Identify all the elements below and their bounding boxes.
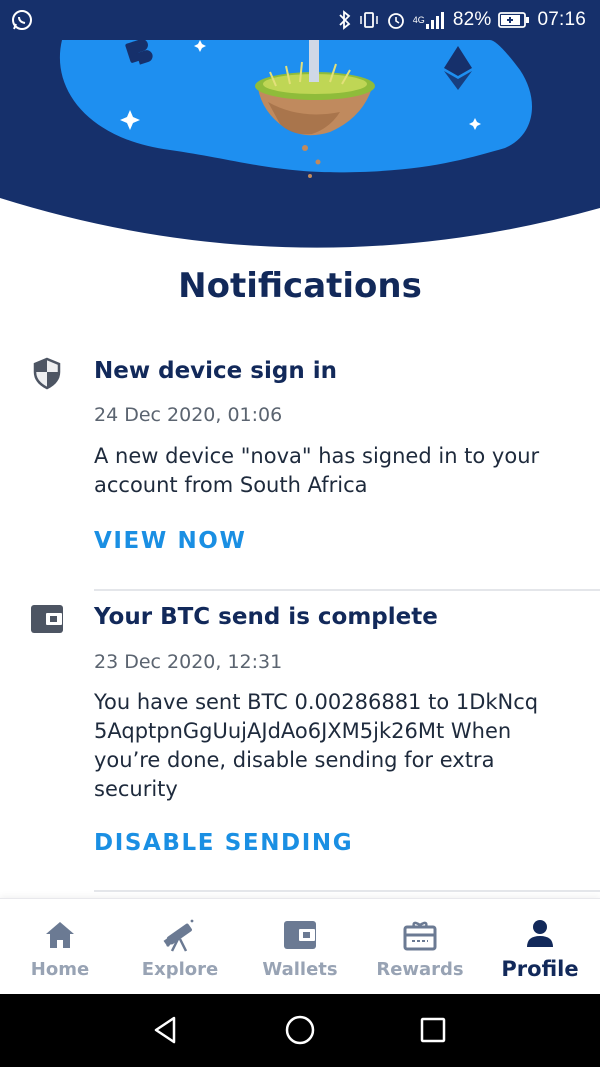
clock: 07:16 (537, 9, 586, 30)
wallet-icon (30, 602, 64, 636)
nav-explore[interactable]: Explore (120, 899, 240, 995)
notification-body: You have sent BTC 0.00286881 to 1DkNcq 5… (94, 690, 539, 801)
shield-icon (30, 356, 64, 390)
divider (94, 589, 600, 591)
nav-home[interactable]: Home (0, 899, 120, 995)
nav-rewards[interactable]: Rewards (360, 899, 480, 995)
vibrate-icon (359, 10, 379, 30)
gift-icon (402, 917, 438, 953)
bluetooth-icon (338, 10, 352, 30)
system-nav-bar (0, 994, 600, 1067)
view-now-button[interactable]: VIEW NOW (94, 528, 246, 554)
bottom-nav: Home Explore Wallets Rewards Profile (0, 898, 600, 994)
nav-label: Home (30, 959, 90, 980)
nav-wallets[interactable]: Wallets (240, 899, 360, 995)
whatsapp-icon (10, 8, 36, 34)
notification-title: Your BTC send is complete (94, 604, 438, 630)
telescope-icon (162, 917, 198, 953)
notification-date: 23 Dec 2020, 12:31 (94, 651, 283, 673)
home-circle-icon[interactable] (282, 1012, 318, 1048)
nav-profile[interactable]: Profile (480, 899, 600, 995)
home-icon (42, 917, 78, 953)
nav-label: Wallets (262, 959, 338, 980)
recents-icon[interactable] (415, 1012, 451, 1048)
alarm-icon (386, 10, 406, 30)
signal-icon: 4G (413, 11, 446, 29)
battery-icon (498, 11, 530, 29)
divider (94, 890, 600, 892)
notification-date: 24 Dec 2020, 01:06 (94, 404, 283, 426)
battery-percent: 82% (452, 9, 492, 30)
notification-body: A new device "nova" has signed in to you… (94, 444, 540, 497)
nav-label: Profile (501, 957, 579, 981)
wallet-icon (282, 917, 318, 953)
disable-sending-button[interactable]: DISABLE SENDING (94, 830, 353, 856)
notification-title: New device sign in (94, 358, 337, 384)
nav-label: Rewards (376, 959, 464, 980)
network-type: 4G (412, 14, 425, 25)
back-icon[interactable] (148, 1012, 184, 1048)
page-title: Notifications (178, 266, 422, 306)
nav-label: Explore (141, 959, 219, 980)
status-bar: 4G 82% 07:16 (0, 0, 600, 40)
notifications-screen: 4G 82% 07:16 Notifications New device si… (0, 0, 600, 1067)
person-icon (522, 917, 558, 953)
